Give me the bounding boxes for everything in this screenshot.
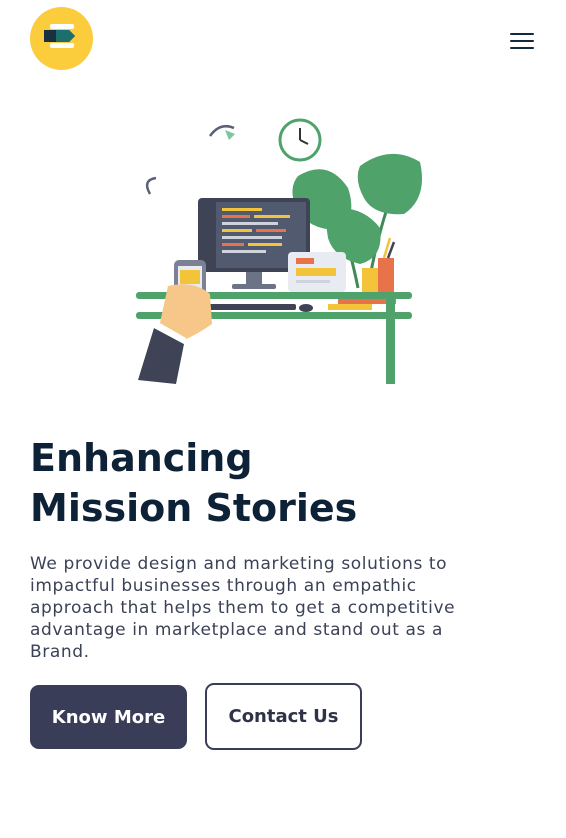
description-line: Brand.	[30, 642, 90, 662]
brand-logo[interactable]	[30, 7, 93, 70]
title-line-2: Mission Stories	[30, 486, 358, 530]
title-line-1: Enhancing	[30, 436, 253, 480]
hamburger-menu-icon[interactable]	[506, 30, 538, 52]
description-line: We provide design and marketing solution…	[30, 554, 448, 574]
hero-description: We provide design and marketing solution…	[30, 553, 535, 663]
description-line: advantage in marketplace and stand out a…	[30, 620, 444, 640]
brand-logo-icon	[30, 7, 93, 70]
office-desk-illustration	[128, 118, 428, 386]
page-title: Enhancing Mission Stories	[30, 433, 540, 533]
know-more-button[interactable]: Know More	[30, 685, 187, 749]
contact-us-button[interactable]: Contact Us	[205, 683, 362, 750]
description-line: approach that helps them to get a compet…	[30, 598, 456, 618]
description-line: impactful businesses through an empathic	[30, 576, 417, 596]
